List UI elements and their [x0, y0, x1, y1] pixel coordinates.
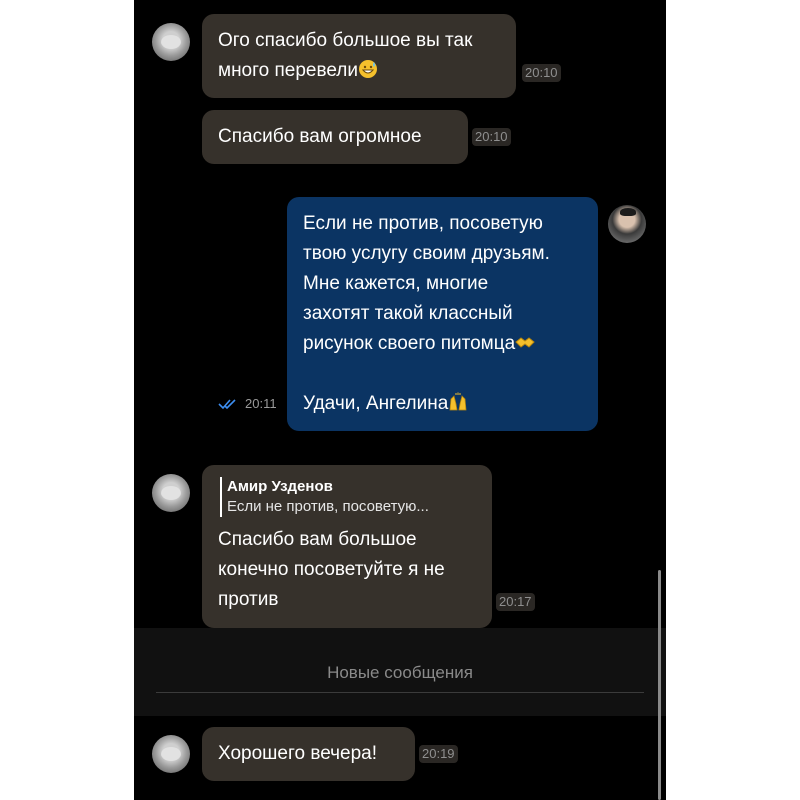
new-messages-divider: Новые сообщения	[134, 628, 666, 716]
message-text: много перевели	[218, 60, 358, 81]
message-status: 20:11	[218, 395, 280, 413]
message-text: Если не против, посоветую	[303, 213, 543, 234]
message-text: рисунок своего питомца	[303, 333, 516, 354]
grinning-sweat-emoji-icon	[359, 60, 377, 78]
contact-avatar[interactable]	[152, 474, 190, 512]
contact-avatar[interactable]	[152, 23, 190, 61]
message-bubble[interactable]: Хорошего вечера!	[202, 727, 415, 781]
message-text: Спасибо вам большое	[218, 529, 417, 550]
message-text: Мне кажется, многие	[303, 273, 489, 294]
message-text: Хорошего вечера!	[218, 743, 378, 764]
message-time: 20:19	[419, 745, 458, 763]
reply-quote[interactable]: Амир Узденов Если не против, посоветую..…	[220, 477, 429, 517]
reply-text: Если не против, посоветую...	[227, 498, 429, 515]
message-time: 20:10	[472, 128, 511, 146]
message-text: Спасибо вам огромное	[218, 126, 422, 147]
message-text	[303, 359, 582, 389]
scrollbar[interactable]	[658, 570, 661, 800]
reply-author: Амир Узденов	[227, 478, 333, 495]
message-text: Ого спасибо большое вы так	[218, 30, 473, 51]
message-text: против	[218, 589, 279, 610]
message-time: 20:11	[245, 396, 277, 411]
message-bubble[interactable]: Спасибо вам огромное	[202, 110, 468, 164]
double-check-icon	[218, 399, 236, 409]
handshake-emoji-icon	[515, 337, 535, 348]
my-avatar[interactable]	[608, 205, 646, 243]
raised-hands-emoji-icon	[449, 392, 467, 411]
message-text: Удачи, Ангелина	[303, 393, 449, 414]
chat-window: Ого спасибо большое вы так много перевел…	[134, 0, 666, 800]
message-bubble-outgoing[interactable]: Если не против, посоветую твою услугу св…	[287, 197, 598, 431]
message-bubble[interactable]: Амир Узденов Если не против, посоветую..…	[202, 465, 492, 628]
message-text: захотят такой классный	[303, 303, 513, 324]
divider-line	[156, 692, 644, 693]
message-bubble[interactable]: Ого спасибо большое вы так много перевел…	[202, 14, 516, 98]
message-text: конечно посоветуйте я не	[218, 559, 445, 580]
contact-avatar[interactable]	[152, 735, 190, 773]
message-time: 20:10	[522, 64, 561, 82]
new-messages-label: Новые сообщения	[327, 663, 473, 682]
message-text: твою услугу своим друзьям.	[303, 243, 550, 264]
message-time: 20:17	[496, 593, 535, 611]
